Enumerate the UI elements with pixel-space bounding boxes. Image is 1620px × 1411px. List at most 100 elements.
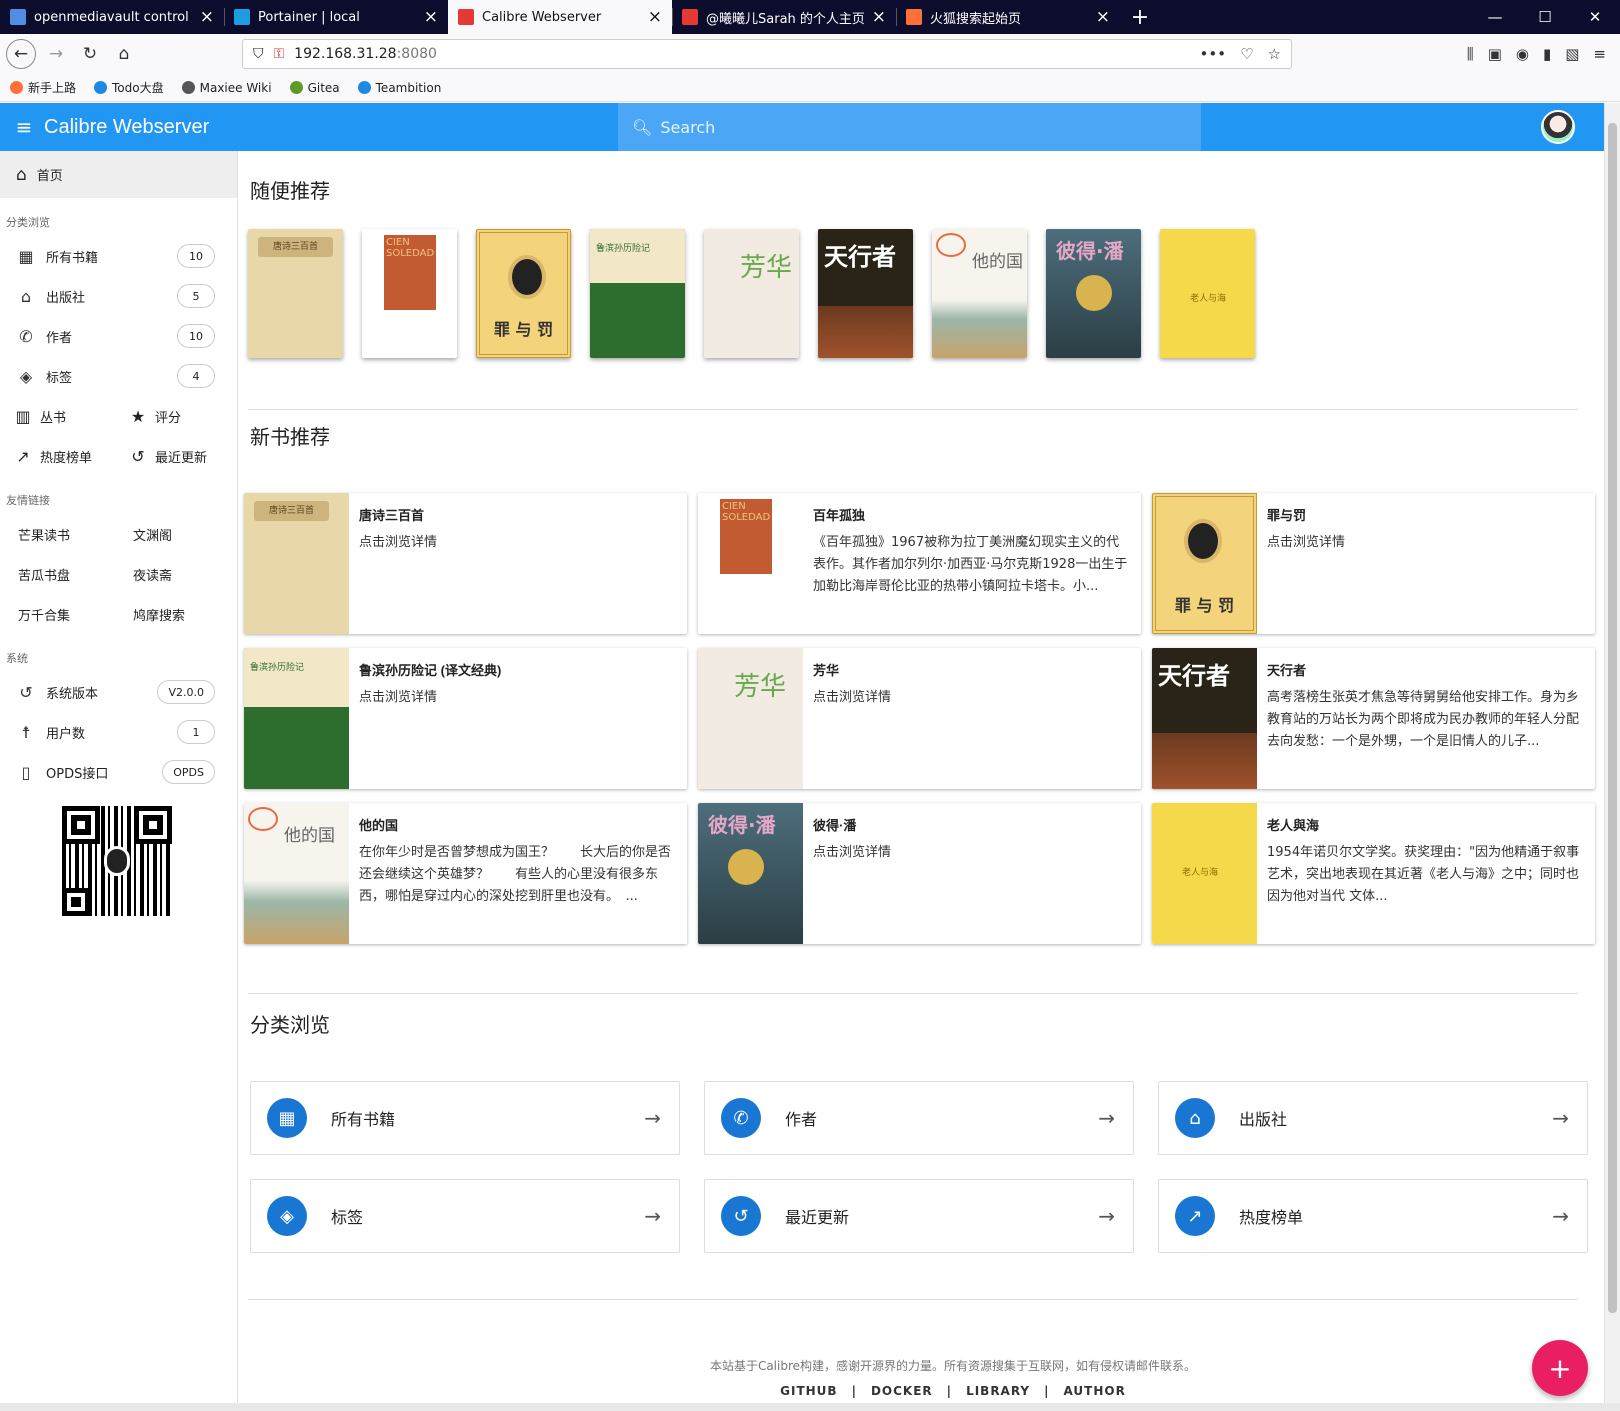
tab-close-icon[interactable]: × — [648, 8, 662, 26]
account-icon[interactable]: ◉ — [1516, 45, 1529, 63]
book-title[interactable]: 百年孤独 — [813, 505, 1131, 524]
reload-button[interactable]: ↻ — [76, 40, 104, 68]
book-cover[interactable]: 老人与海 — [1160, 229, 1255, 358]
sidebar-link[interactable]: 文渊阁 — [115, 525, 230, 544]
book-card[interactable]: 他的国 他的国 在你年少时是否曾梦想成为国王？ 长大后的你是否还会继续这个英雄梦？ … — [244, 803, 687, 944]
book-title[interactable]: 老人與海 — [1267, 815, 1585, 834]
url-text[interactable]: 192.168.31.28:8080 — [294, 46, 1189, 62]
more-actions-icon[interactable]: ••• — [1200, 45, 1227, 63]
book-title[interactable]: 彼得·潘 — [813, 815, 1131, 834]
translate-icon[interactable]: ▧ — [1565, 45, 1579, 63]
book-cover[interactable]: 天行者 — [1152, 648, 1257, 789]
sidebar-link[interactable]: 鸠摩搜索 — [115, 605, 230, 624]
minimize-button[interactable]: — — [1470, 0, 1520, 34]
sidebar-item-series[interactable]: ▥ 丛书 — [0, 407, 115, 426]
footer-link[interactable]: AUTHOR — [1064, 1384, 1126, 1398]
book-title[interactable]: 芳华 — [813, 660, 1131, 679]
browser-tab[interactable]: openmediavault control pan × — [0, 0, 224, 34]
book-cover[interactable]: 老人与海 — [1152, 803, 1257, 944]
footer-link[interactable]: DOCKER — [871, 1384, 933, 1398]
browser-tab[interactable]: @曦曦儿Sarah 的个人主页 - 微 × — [672, 0, 896, 34]
maximize-button[interactable]: ☐ — [1520, 0, 1570, 34]
book-cover[interactable]: CIEN SOLEDAD — [698, 493, 803, 634]
url-bar[interactable]: ⛉ ⚿ 192.168.31.28:8080 ••• ♡ ☆ — [242, 39, 1292, 69]
sidebar-item-rating[interactable]: ★ 评分 — [115, 407, 230, 426]
book-cover[interactable]: 彼得·潘 — [698, 803, 803, 944]
sidebar-toggle-icon[interactable]: ▣ — [1488, 45, 1502, 63]
book-card[interactable]: 鲁滨孙历险记 鲁滨孙历险记 (译文经典) 点击浏览详情 — [244, 648, 687, 789]
extension-icon[interactable]: ▮ — [1543, 45, 1551, 63]
book-cover[interactable]: 芳华 — [698, 648, 803, 789]
tab-close-icon[interactable]: × — [872, 8, 886, 26]
sidebar-item-system[interactable]: ↺ 系统版本 V2.0.0 — [0, 672, 237, 712]
sidebar-link[interactable]: 夜读斋 — [115, 565, 230, 584]
sidebar-item-browse[interactable]: ▦ 所有书籍 10 — [0, 236, 237, 276]
browser-tab[interactable]: 火狐搜索起始页 × — [896, 0, 1120, 34]
browser-tab[interactable]: Portainer | local × — [224, 0, 448, 34]
book-card[interactable]: 彼得·潘 彼得·潘 点击浏览详情 — [698, 803, 1141, 944]
bookmark-item[interactable]: Maxiee Wiki — [181, 81, 272, 95]
app-menu-icon[interactable]: ≡ — [1593, 45, 1606, 63]
book-card[interactable]: 唐诗三百首 唐诗三百首 点击浏览详情 — [244, 493, 687, 634]
back-button[interactable]: ← — [6, 39, 36, 69]
shield-icon[interactable]: ⛉ — [253, 46, 264, 62]
book-cover[interactable]: CIEN SOLEDAD — [362, 229, 457, 358]
book-cover[interactable]: 罪 与 罚 — [1152, 493, 1257, 634]
sidebar-item-browse[interactable]: ◈ 标签 4 — [0, 356, 237, 396]
sidebar-link[interactable]: 苦瓜书盘 — [0, 565, 115, 584]
book-title[interactable]: 天行者 — [1267, 660, 1585, 679]
add-fab-button[interactable]: + — [1532, 1340, 1588, 1396]
sidebar-link[interactable]: 芒果读书 — [0, 525, 115, 544]
book-card[interactable]: 罪 与 罚 罪与罚 点击浏览详情 — [1152, 493, 1595, 634]
book-card[interactable]: 天行者 天行者 高考落榜生张英才焦急等待舅舅给他安排工作。身为乡教育站的万站长为两个… — [1152, 648, 1595, 789]
bookmark-item[interactable]: Todo大盘 — [94, 79, 164, 96]
close-window-button[interactable]: ✕ — [1570, 0, 1620, 34]
category-card[interactable]: ◈ 标签 → — [250, 1179, 680, 1253]
sidebar-item-system[interactable]: ▯ OPDS接口 OPDS — [0, 752, 237, 792]
category-card[interactable]: ⌂ 出版社 → — [1158, 1081, 1588, 1155]
page-scrollbar[interactable] — [1604, 103, 1620, 1403]
hamburger-menu-icon[interactable]: ≡ — [4, 115, 44, 139]
avatar[interactable] — [1541, 110, 1575, 144]
bookmark-item[interactable]: 新手上路 — [10, 79, 76, 96]
book-cover[interactable]: 彼得·潘 — [1046, 229, 1141, 358]
scrollbar-thumb[interactable] — [1608, 123, 1617, 1313]
book-card[interactable]: CIEN SOLEDAD 百年孤独 《百年孤独》1967被称为拉丁美洲魔幻现实主义的… — [698, 493, 1141, 634]
sidebar-item-hot[interactable]: ↗ 热度榜单 — [0, 447, 115, 466]
book-card[interactable]: 老人与海 老人與海 1954年诺贝尔文学奖。获奖理由："因为他精通于叙事艺术，突出地… — [1152, 803, 1595, 944]
book-cover[interactable]: 唐诗三百首 — [248, 229, 343, 358]
pocket-icon[interactable]: ♡ — [1240, 45, 1253, 63]
search-input[interactable]: 🔍︎ Search — [618, 103, 1201, 151]
book-title[interactable]: 唐诗三百首 — [359, 505, 677, 524]
tab-close-icon[interactable]: × — [200, 8, 214, 26]
browser-tab[interactable]: Calibre Webserver × — [448, 0, 672, 34]
sidebar-item-browse[interactable]: ✆ 作者 10 — [0, 316, 237, 356]
forward-button[interactable]: → — [42, 40, 70, 68]
book-cover[interactable]: 罪 与 罚 — [476, 229, 571, 358]
home-button[interactable]: ⌂ — [110, 40, 138, 68]
system-chip[interactable]: OPDS — [162, 760, 215, 784]
category-card[interactable]: ✆ 作者 → — [704, 1081, 1134, 1155]
insecure-lock-icon[interactable]: ⚿ — [274, 46, 285, 62]
sidebar-item-browse[interactable]: ⌂ 出版社 5 — [0, 276, 237, 316]
book-title[interactable]: 鲁滨孙历险记 (译文经典) — [359, 660, 677, 679]
bookmark-item[interactable]: Gitea — [289, 81, 340, 95]
footer-link[interactable]: GITHUB — [780, 1384, 837, 1398]
sidebar-link[interactable]: 万千合集 — [0, 605, 115, 624]
book-title[interactable]: 罪与罚 — [1267, 505, 1585, 524]
sidebar-item-recent[interactable]: ↺ 最近更新 — [115, 447, 230, 466]
book-cover[interactable]: 鲁滨孙历险记 — [590, 229, 685, 358]
footer-link[interactable]: LIBRARY — [966, 1384, 1030, 1398]
app-title[interactable]: Calibre Webserver — [44, 116, 209, 139]
book-cover[interactable]: 他的国 — [932, 229, 1027, 358]
category-card[interactable]: ↺ 最近更新 → — [704, 1179, 1134, 1253]
book-cover[interactable]: 鲁滨孙历险记 — [244, 648, 349, 789]
tab-close-icon[interactable]: × — [424, 8, 438, 26]
book-cover[interactable]: 他的国 — [244, 803, 349, 944]
category-card[interactable]: ▦ 所有书籍 → — [250, 1081, 680, 1155]
new-tab-button[interactable]: + — [1120, 0, 1160, 34]
book-cover[interactable]: 天行者 — [818, 229, 913, 358]
sidebar-item-system[interactable]: ☨ 用户数 1 — [0, 712, 237, 752]
bookmark-star-icon[interactable]: ☆ — [1268, 45, 1281, 63]
tab-close-icon[interactable]: × — [1096, 8, 1110, 26]
